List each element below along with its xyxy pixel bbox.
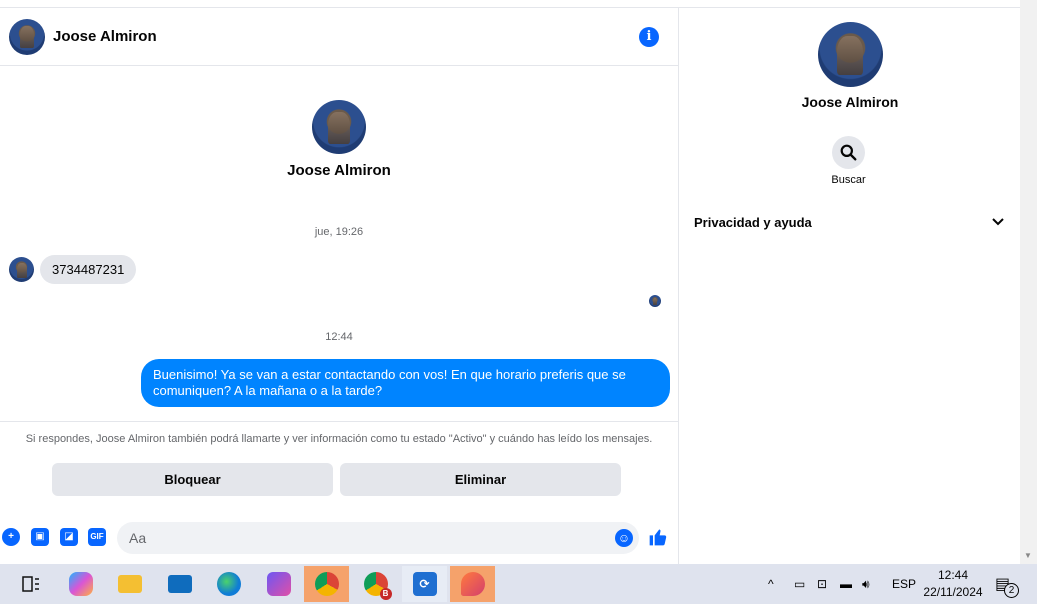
chrome-b-badge: B — [379, 588, 392, 600]
emoji-icon[interactable]: ☺ — [615, 529, 633, 547]
vpn-icon[interactable]: ⊡ — [817, 564, 827, 604]
incoming-message-row: 3734487231 — [9, 255, 137, 284]
search-label: Buscar — [831, 174, 866, 186]
search-icon — [840, 144, 857, 161]
reply-notice: Si respondes, Joose Almiron también podr… — [25, 433, 653, 445]
privacy-help-section[interactable]: Privacidad y ayuda — [694, 215, 812, 230]
sync-app-icon[interactable]: ⟳ — [402, 566, 447, 602]
incoming-message-bubble[interactable]: 3734487231 — [40, 255, 137, 284]
info-icon[interactable]: i — [639, 27, 659, 47]
sticker-icon[interactable]: ◪ — [60, 528, 78, 546]
like-icon[interactable] — [648, 527, 668, 552]
office-icon[interactable] — [256, 566, 301, 602]
windows-taskbar: B ⟳ ^ ▭ ⊡ ▬ 🔊︎ ESP 12:44 22/11/2024 ▤ 2 — [0, 564, 1037, 604]
browser-top-strip — [0, 0, 1020, 8]
conversation-profile: Joose Almiron — [0, 100, 678, 179]
sidebar-avatar[interactable] — [817, 22, 883, 87]
mail-icon[interactable] — [157, 566, 202, 602]
composer: + ▣ ◪ GIF Aa ☺ — [0, 520, 678, 556]
chrome-profile-icon[interactable] — [304, 566, 349, 602]
message-timestamp: 12:44 — [325, 331, 353, 343]
chrome-b-icon[interactable]: B — [353, 566, 398, 602]
clock-time: 12:44 — [937, 568, 969, 582]
notification-count-badge: 2 — [1004, 583, 1019, 598]
chat-header: Joose Almiron i — [0, 8, 678, 66]
edge-icon[interactable] — [206, 566, 251, 602]
chat-panel: Joose Almiron i Joose Almiron jue, 19:26… — [0, 8, 679, 564]
gif-icon[interactable]: GIF — [88, 528, 106, 546]
paint-icon[interactable] — [450, 566, 495, 602]
battery-icon[interactable]: ▬ — [840, 564, 852, 604]
profile-name: Joose Almiron — [287, 162, 391, 179]
plus-icon[interactable]: + — [2, 528, 20, 546]
camera-icon[interactable]: ▭ — [794, 564, 805, 604]
search-button[interactable] — [832, 136, 865, 169]
header-avatar[interactable] — [9, 18, 45, 55]
divider — [0, 421, 678, 422]
sidebar-name: Joose Almiron — [801, 94, 899, 110]
delete-button[interactable]: Eliminar — [340, 463, 621, 496]
sidebar-profile: Joose Almiron — [680, 22, 1020, 110]
clock-date: 22/11/2024 — [923, 585, 983, 599]
language-indicator[interactable]: ESP — [892, 564, 916, 604]
system-clock[interactable]: 12:44 22/11/2024 — [920, 567, 986, 601]
file-explorer-icon[interactable] — [107, 566, 152, 602]
profile-avatar[interactable] — [312, 100, 366, 154]
block-button[interactable]: Bloquear — [52, 463, 333, 496]
volume-icon[interactable]: 🔊︎ — [862, 564, 870, 604]
chevron-down-icon[interactable] — [992, 215, 1004, 229]
message-input[interactable]: Aa ☺ — [117, 522, 639, 554]
show-hidden-icons-chevron-icon[interactable]: ^ — [768, 564, 774, 604]
info-sidebar: Joose Almiron Buscar Privacidad y ayuda — [680, 8, 1020, 564]
task-view-icon[interactable] — [8, 566, 53, 602]
scrollbar[interactable]: ▼ — [1020, 0, 1037, 564]
copilot-icon[interactable] — [58, 566, 103, 602]
scroll-down-arrow[interactable]: ▼ — [1024, 551, 1032, 560]
header-contact-name[interactable]: Joose Almiron — [53, 28, 157, 45]
photo-icon[interactable]: ▣ — [31, 528, 49, 546]
message-input-placeholder: Aa — [129, 530, 147, 546]
outgoing-message-bubble[interactable]: Buenisimo! Ya se van a estar contactando… — [141, 359, 670, 407]
read-receipt-avatar — [649, 295, 661, 307]
sender-avatar[interactable] — [9, 257, 34, 282]
message-timestamp: jue, 19:26 — [314, 226, 364, 238]
